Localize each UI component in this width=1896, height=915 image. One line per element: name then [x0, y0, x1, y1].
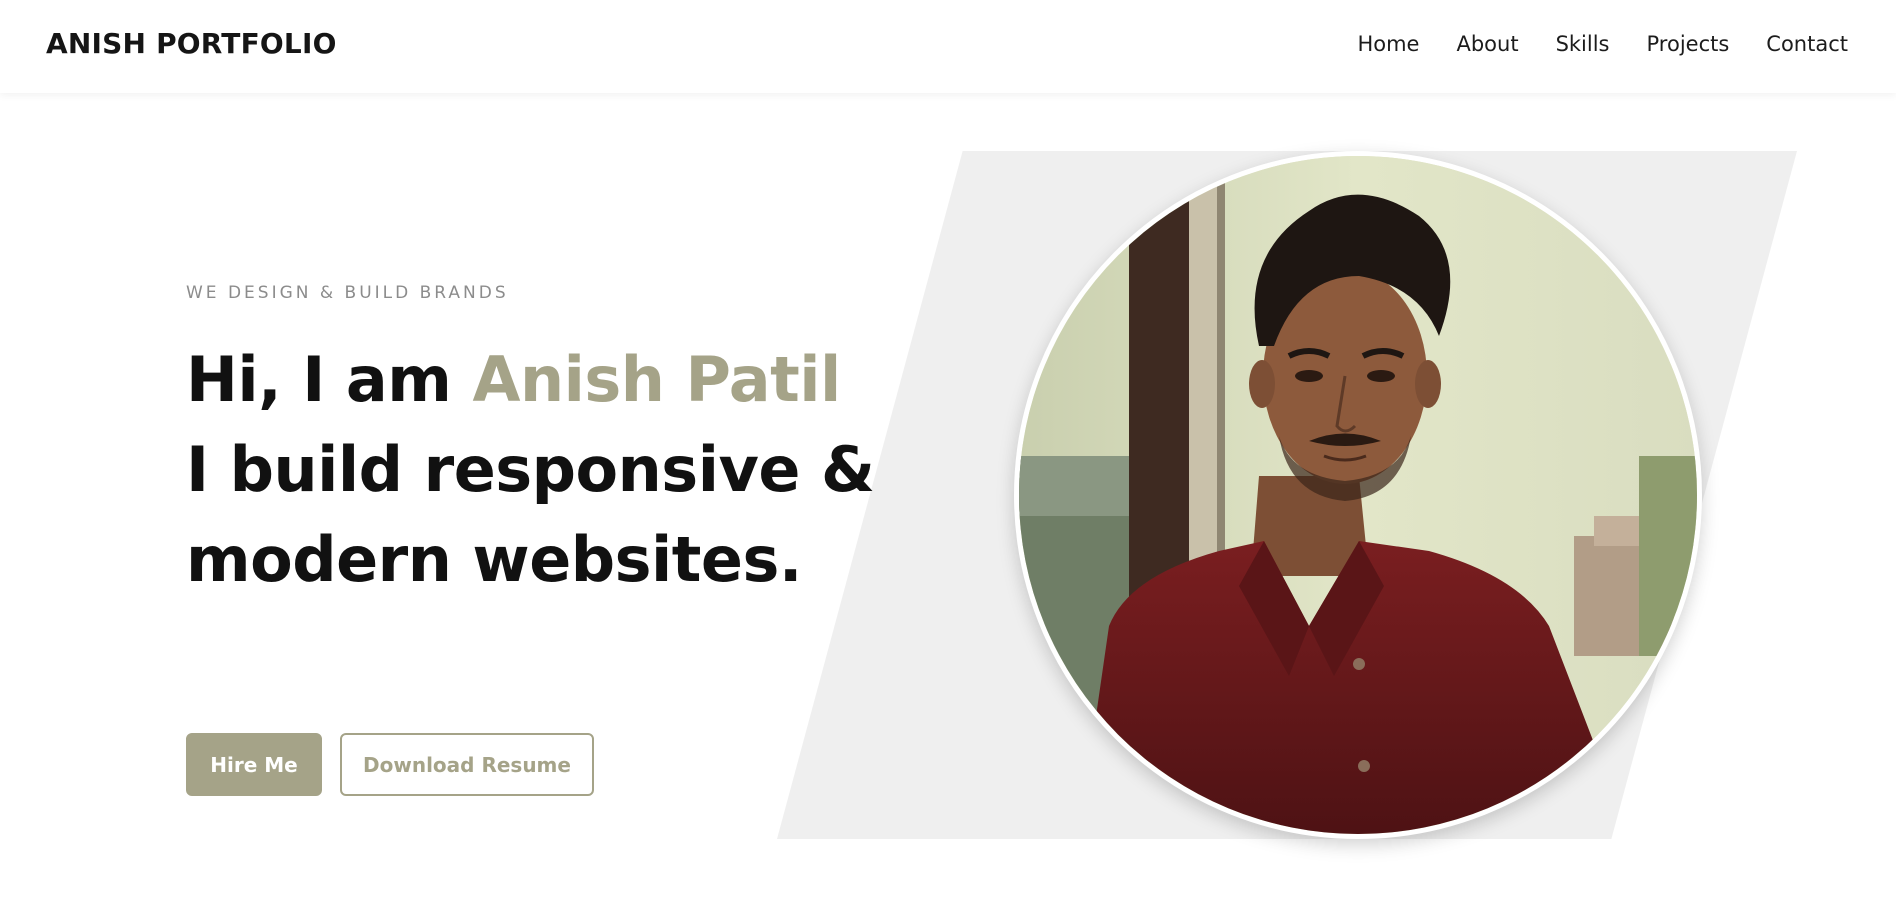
nav-link-contact[interactable]: Contact [1766, 32, 1848, 56]
nav-menu: Home About Skills Projects Contact [1357, 32, 1848, 56]
hero-section: WE DESIGN & BUILD BRANDS Hi, I am Anish … [0, 93, 1896, 915]
headline-name: Anish Patil [472, 343, 841, 416]
nav-link-about[interactable]: About [1456, 32, 1518, 56]
headline-line-3: modern websites. [186, 523, 802, 596]
hero-tagline: WE DESIGN & BUILD BRANDS [186, 283, 509, 303]
profile-photo [1014, 151, 1702, 839]
hero-headline: Hi, I am Anish Patil I build responsive … [186, 335, 875, 605]
hero-buttons: Hire Me Download Resume [186, 733, 594, 796]
nav-link-home[interactable]: Home [1357, 32, 1419, 56]
download-resume-button[interactable]: Download Resume [340, 733, 594, 796]
nav-link-skills[interactable]: Skills [1556, 32, 1610, 56]
hire-me-button[interactable]: Hire Me [186, 733, 322, 796]
hero-text: WE DESIGN & BUILD BRANDS Hi, I am Anish … [186, 283, 875, 796]
headline-line-2: I build responsive & [186, 433, 875, 506]
headline-greeting: Hi, I am [186, 343, 452, 416]
brand-logo[interactable]: ANISH PORTFOLIO [46, 27, 337, 60]
portrait-photo-icon [1019, 156, 1697, 834]
nav-link-projects[interactable]: Projects [1647, 32, 1730, 56]
navbar: ANISH PORTFOLIO Home About Skills Projec… [0, 0, 1896, 93]
